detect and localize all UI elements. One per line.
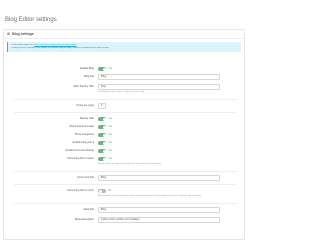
meta-title-label: Meta title: [83, 208, 94, 211]
footer-title-input[interactable]: Blog: [98, 175, 220, 181]
display-date-row: Display date Yes: [4, 116, 244, 122]
meta-title-row: Meta title Blog: [4, 207, 244, 213]
seo-url-help: Your blog URL will be: https://.../blog,…: [98, 91, 145, 93]
meta-description-row: Meta description Latest news, articles a…: [4, 217, 244, 223]
footer-title-label: Footer link title: [77, 176, 94, 179]
blog-title-label: Blog title: [84, 75, 94, 78]
enable-author-row: Enable blog post ti Yes: [4, 140, 244, 146]
show-categories-toggle[interactable]: [98, 133, 106, 137]
enable-author-label: Enable blog post ti: [72, 141, 94, 144]
seo-url-row: SEO friendly URL blog Your blog URL will…: [4, 84, 244, 93]
enable-author-toggle[interactable]: [98, 141, 106, 145]
divider: [14, 171, 236, 172]
divider: [14, 99, 236, 100]
display-date-value: Yes: [108, 117, 113, 120]
footer-link-help: Display a link to your blog in the foote…: [98, 163, 162, 165]
settings-panel: ⚙ Blog settings To see other Blog URL: h…: [3, 29, 245, 240]
divider: [14, 112, 236, 113]
footer-link-label: Show blog link in footer: [67, 157, 94, 160]
footer-link-row: Show blog link in footer Yes Display a l…: [4, 156, 244, 165]
seo-url-input[interactable]: blog: [98, 84, 220, 90]
alert-text: To see other Blog URL:: [11, 43, 35, 46]
panel-header-label: Blog settings: [12, 32, 34, 36]
enable-sharing-label: Enable front-end sharing: [65, 149, 94, 152]
blog-title-row: Blog title Blog: [4, 74, 244, 80]
footer-link-value: Yes: [108, 157, 113, 160]
blog-menu-help: Add a blog link to the top menu (this op…: [98, 195, 202, 197]
blog-menu-value: No: [108, 189, 112, 192]
seo-url-label: SEO friendly URL: [73, 85, 94, 88]
page-title: Blog Editor settings: [5, 17, 57, 23]
show-categories-value: Yes: [108, 133, 113, 136]
meta-title-input[interactable]: Blog: [98, 207, 220, 213]
featured-image-value: Yes: [108, 125, 113, 128]
blog-menu-label: Show blog title in menu: [67, 189, 94, 192]
posts-per-page-row: Posts per page 6: [4, 103, 244, 109]
meta-description-label: Meta description: [74, 218, 94, 221]
blog-title-input[interactable]: Blog: [98, 74, 220, 80]
show-categories-label: Show categories: [74, 133, 94, 136]
featured-image-row: Show featured image Yes: [4, 124, 244, 130]
enable-blog-toggle[interactable]: [98, 67, 106, 71]
display-date-toggle[interactable]: [98, 117, 106, 121]
enable-sharing-toggle[interactable]: [98, 149, 106, 153]
display-date-label: Display date: [79, 117, 94, 120]
posts-per-page-label: Posts per page: [76, 104, 94, 107]
divider: [14, 203, 236, 204]
enable-sharing-value: Yes: [108, 149, 113, 152]
divider: [14, 184, 236, 185]
info-alert: To see other Blog URL: https://localhost…: [7, 42, 241, 52]
footer-link-toggle[interactable]: [98, 157, 106, 161]
footer-title-row: Footer link title Blog: [4, 175, 244, 181]
show-categories-row: Show categories Yes: [4, 132, 244, 138]
enable-author-value: Yes: [108, 141, 113, 144]
posts-per-page-input[interactable]: 6: [98, 103, 106, 109]
enable-blog-row: Enable Blog Yes: [4, 66, 244, 72]
panel-header: ⚙ Blog settings: [4, 30, 244, 39]
enable-blog-value: Yes: [108, 67, 113, 70]
blog-menu-toggle[interactable]: [98, 189, 106, 193]
enable-blog-label: Enable Blog: [80, 67, 94, 70]
alert-link[interactable]: https://localhost/blog/en/my-friendly-ur…: [34, 44, 76, 46]
gear-icon: ⚙: [7, 32, 11, 36]
alert-text-secondary: Change the SEO friendly URL setting to: …: [11, 46, 109, 49]
blog-menu-row: Show blog title in menu No Add a blog li…: [4, 188, 244, 197]
featured-image-label: Show featured image: [69, 125, 94, 128]
meta-description-input[interactable]: Latest news, articles and updates: [98, 217, 220, 223]
enable-sharing-row: Enable front-end sharing Yes: [4, 148, 244, 154]
featured-image-toggle[interactable]: [98, 125, 106, 129]
